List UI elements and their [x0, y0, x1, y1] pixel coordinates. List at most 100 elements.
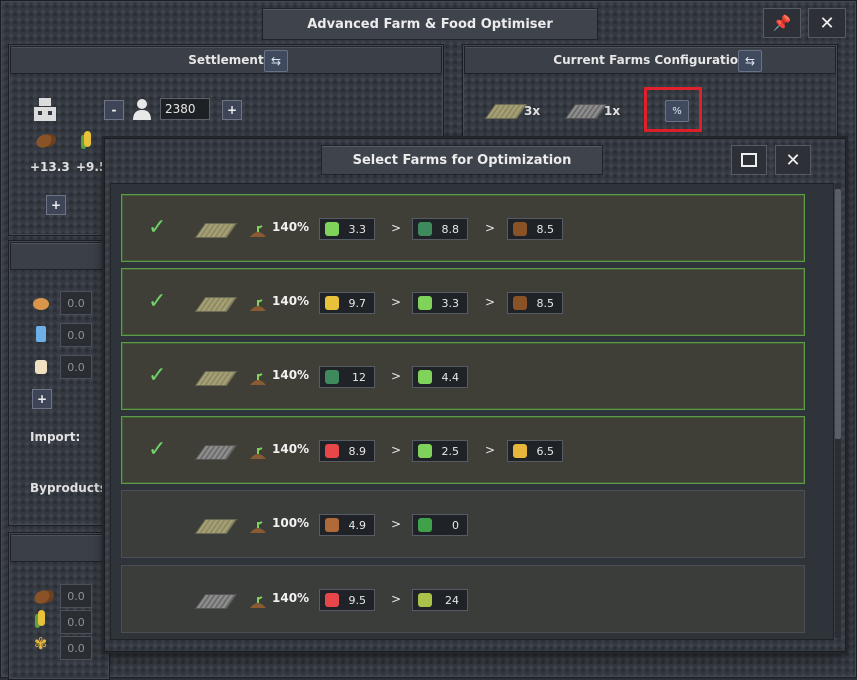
product-chip: 6.5	[507, 440, 563, 462]
product-value: 0	[452, 518, 459, 532]
bread-icon	[32, 296, 50, 313]
chain-arrow: >	[391, 517, 402, 531]
pin-icon: 📌	[772, 14, 792, 32]
farm-row[interactable]: ✓ 140% 3.3 >8.8 >8.5	[121, 194, 805, 262]
close-window-button[interactable]: ✕	[808, 8, 846, 38]
product-chip: 8.5	[507, 218, 563, 240]
wheat-value: 0.0	[67, 641, 85, 655]
bread-input[interactable]: 0.0	[60, 291, 92, 315]
dialog-close-button[interactable]: ✕	[775, 145, 811, 175]
fertility-icon	[250, 518, 266, 533]
dialog-maximize-button[interactable]	[731, 145, 767, 175]
wheat-icon	[513, 444, 527, 458]
wheat-icon: ✾	[34, 634, 48, 653]
product-value: 6.5	[536, 444, 555, 458]
population-input[interactable]: 2380	[160, 98, 210, 120]
settlement-header: Settlement	[10, 46, 442, 74]
left-add-button[interactable]: +	[32, 389, 52, 409]
product-value: 8.5	[536, 296, 555, 310]
chain-arrow: >	[391, 295, 402, 309]
product-chip: 8.9	[319, 440, 375, 462]
chain-arrow: >	[485, 221, 496, 235]
settlement-building-icon	[32, 98, 58, 122]
maximize-icon	[741, 153, 757, 167]
beans-input[interactable]: 0.0	[60, 584, 92, 608]
stone-farm-icon	[194, 594, 238, 609]
product-value: 12	[352, 370, 366, 384]
chain-arrow: >	[391, 592, 402, 606]
import-label: Import:	[30, 430, 81, 444]
corn-icon	[38, 610, 45, 629]
current-farms-swap-button[interactable]: ⇆	[738, 50, 762, 72]
population-minus-button[interactable]: -	[104, 100, 124, 120]
selected-check-icon: ✓	[148, 215, 167, 240]
bottom-panel-header	[10, 534, 108, 562]
farm-row[interactable]: ✓ 140% 8.9 >2.5 >6.5	[121, 416, 805, 484]
product-value: 24	[445, 593, 459, 607]
plain-farm-icon	[194, 519, 238, 534]
beans-icon	[34, 131, 54, 151]
current-farms-header: Current Farms Configuration	[464, 46, 836, 74]
beans-icon	[32, 587, 52, 607]
stone-farm-icon	[194, 445, 238, 460]
percent-button[interactable]: %	[665, 100, 689, 122]
beans-icon	[513, 296, 527, 310]
settlement-swap-button[interactable]: ⇆	[264, 50, 288, 72]
fertility-icon	[250, 296, 266, 311]
product-chip: 8.8	[412, 218, 468, 240]
fertility-percent: 140%	[272, 368, 310, 382]
drink-icon	[35, 325, 47, 346]
farm-row[interactable]: 100% 4.9 >0	[121, 490, 805, 558]
product-chip: 4.4	[412, 366, 468, 388]
green-sprout-icon	[418, 444, 432, 458]
chain-arrow: >	[391, 221, 402, 235]
beans-rate: +13.3	[30, 160, 70, 174]
fertility-percent: 100%	[272, 516, 310, 530]
corn-input[interactable]: 0.0	[60, 610, 92, 634]
chain-arrow: >	[485, 295, 496, 309]
fertility-percent: 140%	[272, 294, 310, 308]
product-chip: 3.3	[319, 218, 375, 240]
fertility-icon	[250, 370, 266, 385]
swap-icon: ⇆	[744, 54, 756, 68]
current-farms-title: Current Farms Configuration	[553, 53, 747, 67]
percent-label: %	[672, 105, 682, 117]
beans-value: 0.0	[67, 589, 85, 603]
byproducts-label: Byproducts:	[30, 481, 112, 495]
plain-farm-icon	[194, 371, 238, 386]
farm-row[interactable]: ✓ 140% 9.7 >3.3 >8.5	[121, 268, 805, 336]
plain-farm-icon	[194, 223, 238, 238]
product-value: 2.5	[441, 444, 460, 458]
chain-arrow: >	[391, 443, 402, 457]
chain-arrow: >	[391, 369, 402, 383]
fertility-icon	[250, 444, 266, 459]
select-farms-dialog: Select Farms for Optimization ✕ ✓ 140% 3.3…	[104, 138, 846, 652]
fruit-icon	[325, 593, 339, 607]
farm-row[interactable]: ✓ 140% 12 >4.4	[121, 342, 805, 410]
population-value: 2380	[165, 102, 196, 116]
window-title: Advanced Farm & Food Optimiser	[262, 8, 598, 40]
fertility-percent: 140%	[272, 220, 310, 234]
fertility-percent: 140%	[272, 442, 310, 456]
wheat-input[interactable]: 0.0	[60, 636, 92, 660]
product-value: 4.4	[441, 370, 460, 384]
product-value: 8.9	[348, 444, 367, 458]
selected-check-icon: ✓	[148, 289, 167, 314]
settlement-add-button[interactable]: +	[46, 195, 66, 215]
window-title-text: Advanced Farm & Food Optimiser	[307, 16, 553, 32]
flour-input[interactable]: 0.0	[60, 355, 92, 379]
corn-value: 0.0	[67, 615, 85, 629]
drink-value: 0.0	[67, 328, 85, 342]
drink-input[interactable]: 0.0	[60, 323, 92, 347]
chain-arrow: >	[485, 443, 496, 457]
vegetables-icon	[325, 370, 339, 384]
bread-value: 0.0	[67, 296, 85, 310]
corn-icon	[84, 131, 91, 150]
fertility-icon	[250, 222, 266, 237]
product-chip: 2.5	[412, 440, 468, 462]
product-value: 3.3	[348, 222, 367, 236]
farm-row[interactable]: 140% 9.5 >24	[121, 565, 805, 633]
pin-button[interactable]: 📌	[763, 8, 801, 38]
farm-list-scroll-thumb[interactable]	[835, 189, 841, 439]
population-plus-button[interactable]: +	[222, 100, 242, 120]
